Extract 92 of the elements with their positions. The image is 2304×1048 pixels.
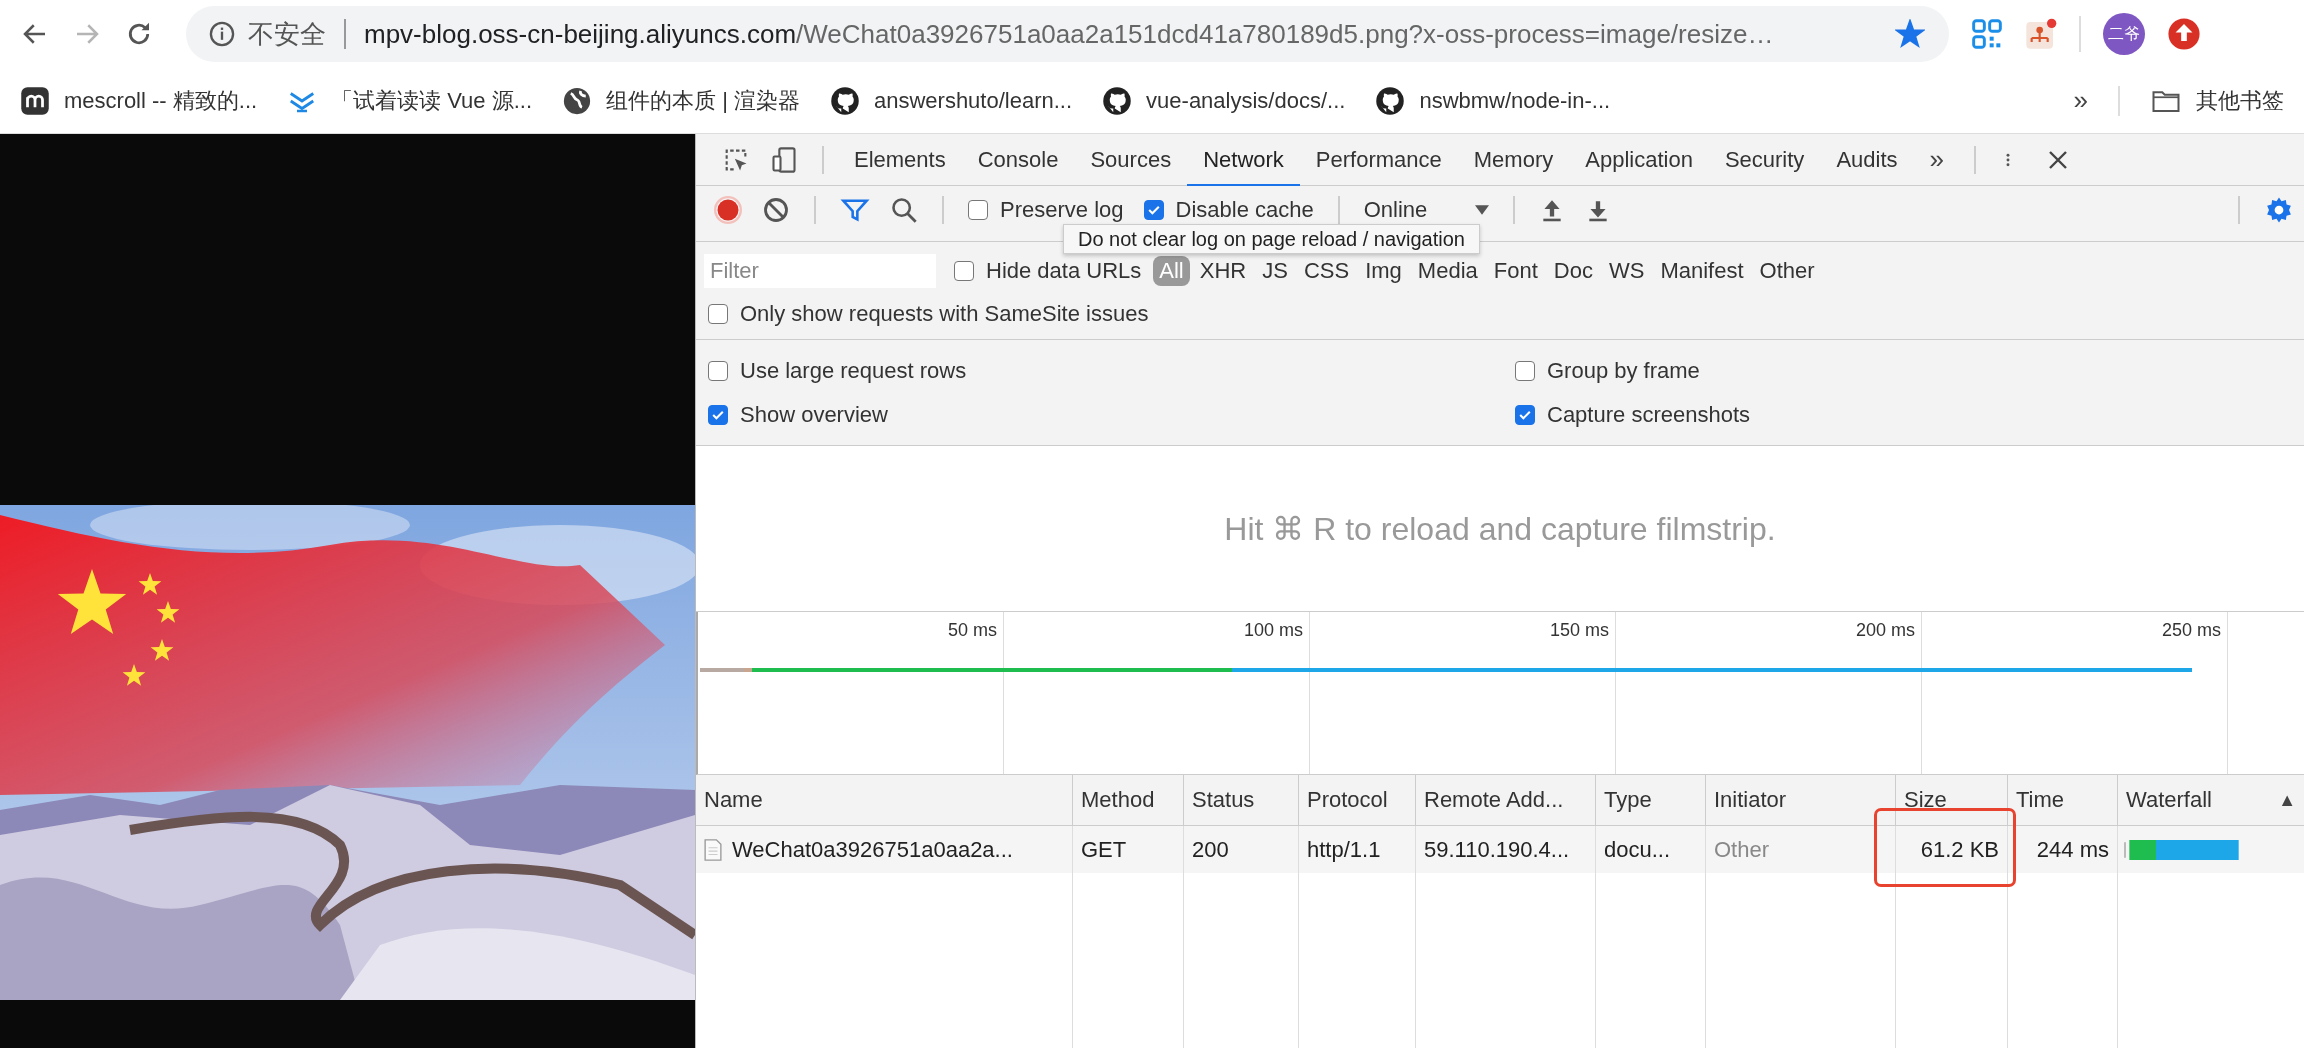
table-cell: docu... (1604, 836, 1671, 863)
bookmark-item[interactable]: answershuto/learn... (829, 85, 1073, 116)
checkbox-label: Only show requests with SameSite issues (740, 301, 1149, 327)
url-text: mpv-blog.oss-cn-beijing.aliyuncs.com/WeChat0a3926751a0aa2a151dcd41a780189d5.png?x-oss-process=image/resize… (364, 18, 1775, 50)
checkbox-label: Capture screenshots (1547, 401, 1750, 428)
devtools-tab[interactable]: Performance (1299, 135, 1458, 186)
tick-label: 50 ms (947, 620, 997, 641)
table-cell: Other (1714, 836, 1770, 863)
devtools-tab[interactable]: Sources (1074, 135, 1188, 186)
device-toggle-icon[interactable] (770, 145, 798, 174)
more-bookmarks-button[interactable]: » (2073, 85, 2088, 116)
column-header[interactable]: Time (2008, 775, 2118, 825)
bookmark-item[interactable]: 「试着读读 Vue 源... (287, 85, 532, 116)
checkbox[interactable] (968, 199, 988, 220)
column-header[interactable]: Size (1896, 775, 2008, 825)
devtools-tab[interactable]: Security (1708, 135, 1821, 186)
devtools-tab[interactable]: Console (961, 135, 1075, 186)
tick-label: 150 ms (1549, 620, 1609, 641)
checkbox[interactable] (708, 304, 728, 324)
tick-label: 250 ms (2161, 620, 2221, 641)
devtools-tab[interactable]: Application (1569, 135, 1709, 186)
type-filter-button[interactable]: Media (1411, 255, 1484, 286)
table-cell: 61.2 KB (1920, 836, 1999, 863)
devtools-tab[interactable]: Memory (1457, 135, 1570, 186)
filter-field[interactable]: Filter (704, 253, 936, 288)
type-filter-button[interactable]: JS (1256, 255, 1294, 286)
qr-code-icon[interactable] (1971, 18, 2003, 50)
type-filter-button[interactable]: Font (1487, 255, 1544, 286)
address-bar[interactable]: 不安全 mpv-blog.oss-cn-beijing.aliyuncs.com/WeChat0a3926751a0aa2a151dcd41a780189d5.png?x-oss-process=image/resize… (186, 6, 1949, 62)
column-header[interactable]: Protocol (1299, 775, 1416, 825)
table-cell: 59.110.190.4... (1424, 836, 1570, 863)
checkbox[interactable] (1515, 360, 1535, 381)
throttling-select[interactable]: Online (1353, 196, 1500, 223)
table-cell: GET (1081, 836, 1127, 863)
devtools-tab[interactable]: Audits (1820, 135, 1914, 186)
checkbox[interactable] (1143, 199, 1164, 220)
checkbox-label: Preserve log (1000, 196, 1124, 223)
table-cell: http/1.1 (1307, 836, 1381, 863)
upload-icon[interactable] (2167, 17, 2201, 51)
bookmark-folder[interactable]: 其他书签 (2150, 85, 2284, 116)
sort-indicator: ▲ (2278, 789, 2296, 811)
checkbox-label: Show overview (740, 401, 888, 428)
devtools-tab[interactable]: Elements (838, 135, 962, 186)
type-filter-button[interactable]: Doc (1547, 255, 1599, 286)
column-header[interactable]: Waterfall ▲ (2118, 775, 2304, 825)
checkbox-label: Use large request rows (740, 357, 967, 384)
tick-label: 200 ms (1855, 620, 1915, 641)
clear-icon[interactable] (762, 195, 790, 224)
checkbox[interactable] (708, 404, 728, 425)
globe-icon (562, 85, 592, 116)
search-icon[interactable] (890, 195, 918, 224)
sitemap-icon[interactable] (2025, 18, 2057, 50)
profile-avatar[interactable]: 二爷 (2103, 13, 2145, 55)
column-header[interactable]: Name (696, 775, 1073, 825)
more-tabs-button[interactable]: » (1913, 144, 1960, 175)
tooltip: Do not clear log on page reload / navigation (1063, 224, 1480, 254)
type-filter-button[interactable]: WS (1602, 255, 1651, 286)
type-filter-button[interactable]: Other (1753, 255, 1821, 286)
checkbox[interactable] (708, 360, 728, 381)
type-filter-button[interactable]: XHR (1193, 255, 1253, 286)
m-logo-icon (20, 85, 50, 116)
github-icon (1102, 85, 1133, 116)
column-header[interactable]: Status (1184, 775, 1299, 825)
bookmark-item[interactable]: 组件的本质 | 渲染器 (562, 85, 800, 116)
star-icon[interactable] (1895, 19, 1925, 49)
filmstrip-message: Hit ⌘ R to reload and capture filmstrip. (1224, 509, 1776, 548)
checkbox-label: Group by frame (1547, 357, 1700, 384)
github-icon (829, 85, 860, 116)
checkbox-label: Disable cache (1175, 196, 1314, 223)
column-header[interactable]: Initiator (1706, 775, 1896, 825)
tick-label: 100 ms (1243, 620, 1303, 641)
checkbox-label: Hide data URLs (986, 257, 1142, 284)
type-filter-button[interactable]: Manifest (1654, 255, 1750, 286)
record-button[interactable] (714, 195, 742, 224)
document-icon (704, 837, 722, 862)
bookmark-item[interactable]: vue-analysis/docs/... (1102, 85, 1346, 116)
column-header[interactable]: Method (1073, 775, 1184, 825)
bookmark-item[interactable]: mescroll -- 精致的... (20, 85, 258, 116)
bookmark-item[interactable]: nswbmw/node-in-... (1375, 85, 1611, 116)
table-cell: 244 ms (2036, 836, 2109, 863)
table-cell: WeChat0a3926751a0aa2a... (732, 836, 1013, 863)
security-label: 不安全 (248, 17, 326, 51)
caret-icon (1475, 204, 1490, 215)
column-header[interactable]: Type (1596, 775, 1706, 825)
checkbox[interactable] (1515, 404, 1535, 425)
github-icon (1375, 85, 1406, 116)
checkbox[interactable] (954, 260, 974, 281)
table-cell: 200 (1192, 836, 1229, 863)
info-icon[interactable] (208, 20, 236, 48)
type-filter-button[interactable]: CSS (1297, 255, 1356, 286)
column-header[interactable]: Remote Add... (1416, 775, 1596, 825)
type-filter-button[interactable]: Img (1359, 255, 1408, 286)
